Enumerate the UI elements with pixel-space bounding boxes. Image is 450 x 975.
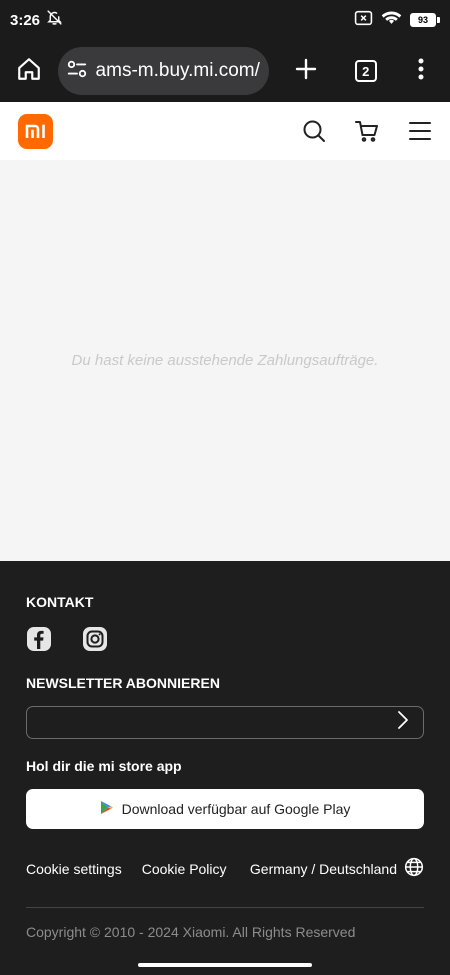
new-tab-button[interactable] bbox=[285, 50, 327, 92]
google-play-icon bbox=[100, 800, 114, 818]
home-icon bbox=[16, 56, 42, 87]
instagram-icon[interactable] bbox=[82, 626, 108, 652]
cookie-policy-link[interactable]: Cookie Policy bbox=[142, 861, 227, 877]
browser-toolbar: ams-m.buy.mi.com/ 2 bbox=[0, 40, 450, 102]
url-text[interactable]: ams-m.buy.mi.com/ bbox=[96, 60, 260, 82]
region-label: Germany / Deutschland bbox=[249, 860, 397, 877]
footer-links: Cookie settings Cookie Policy Germany / … bbox=[26, 857, 424, 880]
main-content: Du hast keine ausstehende Zahlungsaufträ… bbox=[0, 160, 450, 561]
cart-icon[interactable] bbox=[355, 119, 379, 143]
menu-icon bbox=[418, 58, 424, 85]
home-gesture-handle[interactable] bbox=[138, 963, 312, 967]
battery-level: 93 bbox=[410, 13, 436, 27]
tabs-button[interactable]: 2 bbox=[345, 50, 387, 92]
new-tab-icon bbox=[294, 57, 318, 86]
mi-logo[interactable] bbox=[18, 113, 53, 149]
facebook-icon[interactable] bbox=[26, 626, 52, 652]
tabs-icon: 2 bbox=[354, 60, 377, 82]
address-bar[interactable]: ams-m.buy.mi.com/ bbox=[57, 47, 270, 95]
newsletter-submit-button[interactable] bbox=[397, 710, 409, 735]
google-play-label: Download verfügbar auf Google Play bbox=[121, 801, 351, 817]
browser-menu-button[interactable] bbox=[400, 50, 442, 92]
no-sim-icon bbox=[354, 10, 373, 31]
status-time: 3:26 bbox=[10, 11, 41, 29]
globe-icon bbox=[404, 857, 424, 880]
muted-bell-icon bbox=[46, 9, 63, 31]
cookie-settings-link[interactable]: Cookie settings bbox=[26, 861, 122, 877]
site-header bbox=[0, 102, 450, 160]
battery-icon: 93 bbox=[410, 13, 440, 27]
status-bar: 3:26 93 bbox=[0, 0, 450, 40]
google-play-button[interactable]: Download verfügbar auf Google Play bbox=[26, 789, 424, 829]
newsletter-email-field[interactable] bbox=[26, 706, 424, 739]
copyright-text: Copyright © 2010 - 2024 Xiaomi. All Righ… bbox=[26, 924, 356, 940]
contact-title: KONTAKT bbox=[26, 594, 94, 610]
wifi-icon bbox=[381, 9, 402, 31]
hamburger-menu-icon[interactable] bbox=[408, 119, 432, 143]
gesture-bar bbox=[0, 955, 450, 975]
region-selector[interactable]: Germany / Deutschland bbox=[250, 857, 424, 880]
newsletter-title: NEWSLETTER ABONNIEREN bbox=[26, 675, 220, 691]
footer-divider bbox=[26, 907, 424, 908]
app-title: Hol dir die mi store app bbox=[26, 758, 182, 774]
site-footer: KONTAKT NEWSLETTER ABONNIEREN Hol dir di… bbox=[0, 561, 450, 955]
site-settings-icon[interactable] bbox=[66, 58, 88, 85]
search-icon[interactable] bbox=[302, 119, 326, 143]
social-links bbox=[26, 626, 108, 652]
empty-orders-message: Du hast keine ausstehende Zahlungsaufträ… bbox=[71, 352, 379, 369]
home-button[interactable] bbox=[8, 50, 50, 92]
